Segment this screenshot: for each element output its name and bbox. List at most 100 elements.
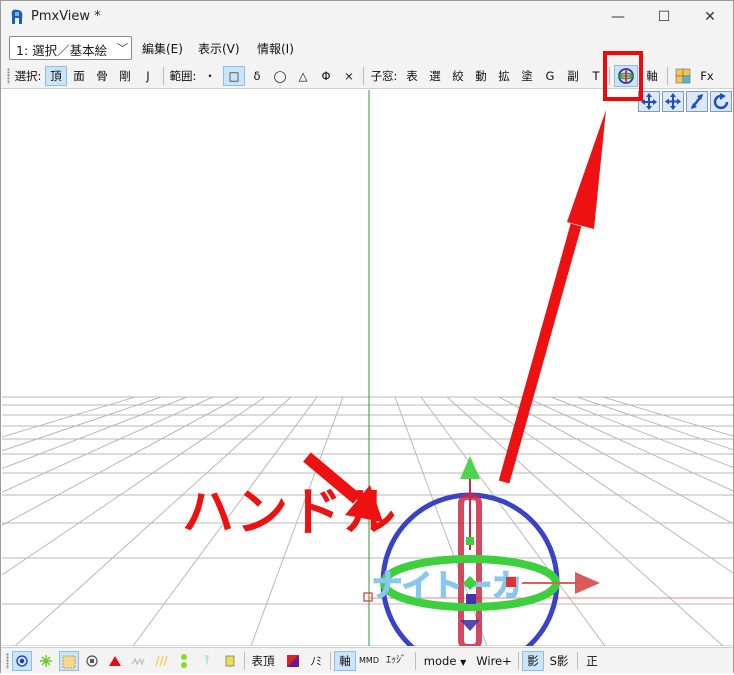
show-vertex-button[interactable] bbox=[12, 651, 32, 671]
subwin-scale-button[interactable]: 拡 bbox=[495, 66, 513, 86]
subwin-g-button[interactable]: G bbox=[541, 66, 559, 86]
toolbar-grip[interactable] bbox=[7, 68, 10, 84]
soft-body-icon bbox=[225, 655, 235, 667]
subwin-paint-button[interactable]: 塗 bbox=[518, 66, 536, 86]
fx-button[interactable]: Fx bbox=[697, 66, 717, 86]
mmd-button[interactable]: MMD bbox=[358, 651, 380, 671]
stripe-icon bbox=[155, 655, 168, 667]
statusbar-separator bbox=[577, 652, 578, 670]
grid-icon bbox=[675, 68, 691, 84]
front-view-button[interactable]: 正 bbox=[582, 651, 602, 671]
range-phi-button[interactable]: Φ bbox=[316, 66, 336, 86]
show-soft-button[interactable] bbox=[220, 651, 240, 671]
shadow-button[interactable]: 影 bbox=[522, 651, 544, 671]
show-joint-button[interactable] bbox=[197, 651, 217, 671]
pmxview-window: PmxView * — ☐ ✕ 1: 選択／基本絵 ﹀ 編集(E) 表示(V) … bbox=[0, 0, 734, 673]
select-face-button[interactable]: 面 bbox=[69, 66, 89, 86]
range-label: 範囲: bbox=[169, 69, 197, 83]
mode-dropdown-label: mode bbox=[423, 654, 457, 668]
maximize-button[interactable]: ☐ bbox=[641, 1, 687, 33]
menu-edit[interactable]: 編集(E) bbox=[142, 40, 183, 57]
range-triangle-button[interactable]: △ bbox=[293, 66, 313, 86]
mesh-icon bbox=[62, 655, 76, 669]
show-wave-button[interactable] bbox=[128, 651, 148, 671]
statusbar-separator bbox=[518, 652, 519, 670]
subwin-label: 子窓: bbox=[370, 69, 398, 83]
grid-line bbox=[2, 396, 188, 470]
title-bar: PmxView * — ☐ ✕ bbox=[1, 1, 733, 33]
select-vertex-button[interactable]: 頂 bbox=[45, 66, 67, 86]
mode-select[interactable]: 1: 選択／基本絵 ﹀ bbox=[9, 36, 132, 60]
wave-icon bbox=[131, 657, 145, 666]
statusbar-separator bbox=[415, 652, 416, 670]
minimize-button[interactable]: — bbox=[595, 1, 641, 33]
show-triangle-button[interactable] bbox=[105, 651, 125, 671]
chevron-down-icon: ﹀ bbox=[115, 40, 128, 56]
annotation-handle-label: ハンドル bbox=[182, 483, 399, 543]
wire-button[interactable]: Wire+ bbox=[475, 651, 513, 671]
axis-button[interactable]: 軸 bbox=[643, 66, 661, 86]
vertex-dot-icon bbox=[16, 655, 28, 667]
show-rigid-button[interactable] bbox=[174, 651, 194, 671]
show-stripe-button[interactable] bbox=[151, 651, 171, 671]
highlight-box bbox=[603, 51, 643, 101]
point-icon bbox=[86, 655, 98, 667]
toolbar-separator bbox=[363, 67, 364, 85]
subwin-table-button[interactable]: 表 bbox=[403, 66, 421, 86]
material-color-button[interactable] bbox=[283, 651, 303, 671]
toolbar-grip[interactable] bbox=[6, 653, 9, 669]
reset-view-button[interactable] bbox=[710, 91, 732, 112]
show-mesh-button[interactable] bbox=[59, 651, 79, 671]
spark-icon bbox=[40, 655, 52, 667]
subwin-select-button[interactable]: 選 bbox=[426, 66, 444, 86]
select-joint-button[interactable]: J bbox=[138, 66, 158, 86]
toolbar-separator bbox=[667, 67, 668, 85]
bone-name-label: ナイトーカ bbox=[372, 569, 522, 604]
nomi-button[interactable]: ﾉﾐ bbox=[306, 651, 326, 671]
subwin-move-button[interactable]: 動 bbox=[472, 66, 490, 86]
range-clear-button[interactable]: × bbox=[339, 66, 359, 86]
origin-marker bbox=[363, 592, 373, 602]
3d-viewport[interactable]: ナイトーカ ハンドル bbox=[2, 90, 733, 646]
menu-view[interactable]: 表示(V) bbox=[198, 40, 240, 57]
window-title: PmxView * bbox=[31, 9, 101, 24]
select-bone-button[interactable]: 骨 bbox=[92, 66, 112, 86]
app-icon bbox=[11, 9, 23, 24]
edge-button[interactable]: ｴｯｼﾞ bbox=[382, 651, 410, 671]
range-delta-button[interactable]: δ bbox=[247, 66, 267, 86]
show-point-button[interactable] bbox=[82, 651, 102, 671]
show-spark-button[interactable] bbox=[36, 651, 56, 671]
grid-line bbox=[550, 396, 733, 468]
close-button[interactable]: ✕ bbox=[687, 1, 733, 33]
range-circle-button[interactable]: ◯ bbox=[269, 66, 291, 86]
vertex-table-button[interactable]: 表頂 bbox=[249, 651, 277, 671]
menu-info[interactable]: 情報(I) bbox=[257, 40, 294, 57]
joint-icon bbox=[205, 655, 209, 667]
triangle-icon bbox=[109, 656, 121, 666]
pan-arrows-icon bbox=[665, 93, 681, 110]
subwin-filter-button[interactable]: 絞 bbox=[449, 66, 467, 86]
mode-select-value: 1: 選択／基本絵 bbox=[16, 43, 108, 58]
self-shadow-button[interactable]: S影 bbox=[547, 651, 571, 671]
material-icon bbox=[287, 655, 299, 667]
grid-line bbox=[602, 396, 733, 437]
statusbar-separator bbox=[244, 652, 245, 670]
rotate-icon bbox=[713, 93, 729, 110]
scene-canvas[interactable]: ナイトーカ bbox=[2, 90, 733, 646]
range-rect-button[interactable]: □ bbox=[223, 66, 245, 86]
mode-dropdown[interactable]: mode ▼ bbox=[421, 651, 469, 671]
caret-down-icon: ▼ bbox=[460, 658, 467, 667]
grid-line bbox=[524, 396, 733, 492]
grid-view-button[interactable] bbox=[673, 66, 693, 86]
zoom-view-button[interactable] bbox=[686, 91, 708, 112]
grid-line bbox=[2, 396, 136, 438]
grid-line bbox=[576, 396, 733, 451]
select-label: 選択: bbox=[14, 69, 42, 83]
select-rigid-button[interactable]: 剛 bbox=[115, 66, 135, 86]
toolbar-separator bbox=[163, 67, 164, 85]
status-toolbar: 表頂 ﾉﾐ 軸 MMD ｴｯｼﾞ mode ▼ Wire+ 影 S影 正 bbox=[1, 647, 733, 673]
range-point-button[interactable]: ・ bbox=[200, 66, 220, 86]
pan-view-button[interactable] bbox=[662, 91, 684, 112]
axis-toggle-button[interactable]: 軸 bbox=[334, 651, 356, 671]
subwin-sub-button[interactable]: 副 bbox=[564, 66, 582, 86]
